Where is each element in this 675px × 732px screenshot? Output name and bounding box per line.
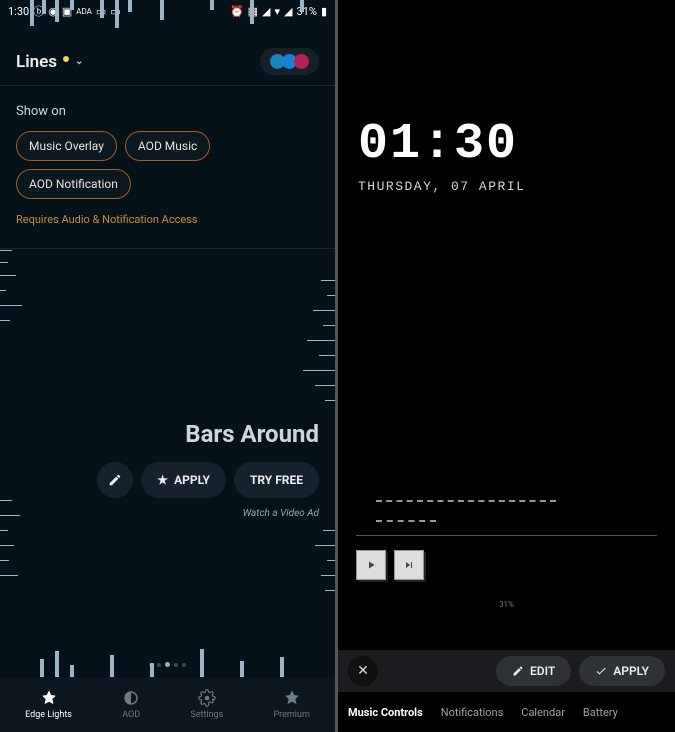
battery-small: 31% [338, 600, 675, 609]
close-button[interactable]: ✕ [348, 656, 378, 686]
chevron-down-icon: ⌄ [75, 56, 83, 67]
phone-left: 1:30 ⓑ ◉ ▣ ADA ▭ ▭ ⏰ ▦ ◢ ▾ ◢ 31% ▮ Lines… [0, 0, 335, 732]
requires-access-link[interactable]: Requires Audio & Notification Access [16, 213, 319, 226]
battery-icon: ▮ [321, 5, 327, 18]
check-icon [595, 665, 607, 677]
nav-label: AOD [122, 710, 140, 720]
tab-music-controls[interactable]: Music Controls [348, 706, 423, 719]
apply-button-right[interactable]: APPLY [579, 656, 665, 686]
show-on-section: Show on Music Overlay AOD Music AOD Noti… [0, 86, 335, 236]
effect-dropdown[interactable]: Lines ⌄ [16, 52, 83, 72]
edit-effect-button[interactable] [97, 462, 133, 498]
page-dot [182, 663, 186, 667]
dashed-line [376, 520, 436, 522]
chip-aod-notification[interactable]: AOD Notification [16, 169, 131, 199]
chip-music-overlay[interactable]: Music Overlay [16, 131, 117, 161]
color-selector[interactable] [260, 48, 319, 75]
nav-label: Edge Lights [25, 710, 72, 720]
nav-edge-lights[interactable]: Edge Lights [25, 689, 72, 720]
apply-button[interactable]: ★ APPLY [141, 462, 226, 498]
divider [0, 248, 335, 249]
play-icon [365, 559, 377, 571]
edit-button[interactable]: EDIT [496, 656, 571, 686]
try-free-button[interactable]: TRY FREE [234, 462, 319, 498]
tab-notifications[interactable]: Notifications [441, 706, 504, 719]
wifi-icon: ▾ [275, 5, 281, 18]
dropdown-label: Lines [16, 52, 57, 72]
play-button[interactable] [356, 550, 386, 580]
nav-premium[interactable]: Premium [274, 689, 310, 720]
clock-date: THURSDAY, 07 APRIL [358, 179, 655, 194]
pencil-icon [108, 473, 122, 487]
watch-ad-label: Watch a Video Ad [97, 508, 319, 519]
media-controls [356, 550, 424, 580]
apply-label: APPLY [174, 473, 210, 487]
alarm-icon: ⏰ [230, 5, 244, 18]
gear-icon [198, 689, 216, 707]
effect-title: Bars Around [97, 420, 319, 448]
pencil-icon [512, 665, 524, 677]
clock-time: 01:30 [358, 116, 655, 173]
show-on-label: Show on [16, 104, 319, 119]
close-icon: ✕ [357, 663, 369, 679]
divider [356, 535, 657, 536]
aod-icon [122, 689, 140, 707]
color-dot-3 [294, 54, 309, 69]
tab-battery[interactable]: Battery [583, 706, 618, 719]
page-dot-active [165, 662, 170, 667]
pager [0, 662, 335, 667]
nav-label: Premium [274, 710, 310, 720]
try-free-label: TRY FREE [250, 473, 303, 487]
bottom-nav: Edge Lights AOD Settings Premium [0, 677, 335, 732]
clock-widget: 01:30 THURSDAY, 07 APRIL [338, 0, 675, 194]
edge-lights-icon [40, 689, 58, 707]
star-icon: ★ [157, 473, 168, 487]
chip-aod-music[interactable]: AOD Music [125, 131, 210, 161]
nav-settings[interactable]: Settings [190, 689, 223, 720]
data-icon: ◢ [262, 5, 270, 18]
edit-label: EDIT [530, 664, 555, 678]
premium-star-icon [283, 689, 301, 707]
apply-label: APPLY [613, 664, 649, 678]
nav-aod[interactable]: AOD [122, 689, 140, 720]
category-tabs: Music Controls Notifications Calendar Ba… [338, 692, 675, 732]
header-row: Lines ⌄ [0, 20, 335, 85]
tab-calendar[interactable]: Calendar [521, 706, 565, 719]
effect-block: Bars Around ★ APPLY TRY FREE Watch a Vid… [97, 420, 319, 519]
dashed-line [376, 500, 556, 502]
phone-right: 01:30 THURSDAY, 07 APRIL 31% ✕ EDIT APPL… [338, 0, 675, 732]
status-bar: 1:30 ⓑ ◉ ▣ ADA ▭ ▭ ⏰ ▦ ◢ ▾ ◢ 31% ▮ [0, 0, 335, 20]
signal-icon: ◢ [284, 5, 292, 18]
new-dot-icon [63, 56, 69, 62]
skip-next-icon [403, 559, 415, 571]
ada-icon: ADA [76, 7, 92, 16]
next-button[interactable] [394, 550, 424, 580]
page-dot [157, 663, 161, 667]
status-time: 1:30 [8, 5, 29, 18]
nav-label: Settings [190, 710, 223, 720]
action-row: ✕ EDIT APPLY [338, 650, 675, 692]
page-dot [174, 663, 178, 667]
